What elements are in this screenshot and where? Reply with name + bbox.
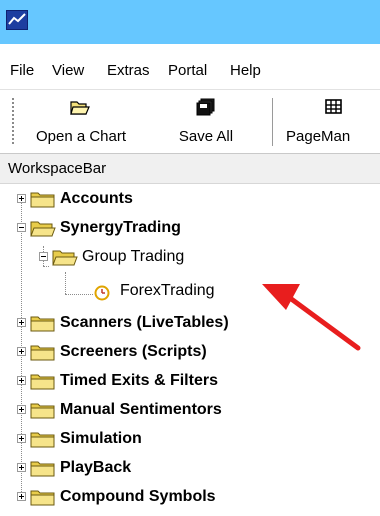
- save-all-button[interactable]: Save All: [152, 96, 260, 148]
- tree-item-group-trading[interactable]: Group Trading: [0, 244, 380, 272]
- workspace-tree: Accounts SynergyTrading Group Trading Fo…: [0, 184, 380, 516]
- expand-icon[interactable]: [17, 463, 26, 472]
- tree-item-label: Compound Symbols: [60, 488, 216, 505]
- tree-item-manual-sentimentors[interactable]: Manual Sentimentors: [0, 397, 380, 425]
- tree-item-compound-symbols[interactable]: Compound Symbols: [0, 484, 380, 512]
- title-bar: [0, 0, 380, 44]
- tree-item-label: PlayBack: [60, 459, 132, 476]
- page-manager-label: PageMan: [286, 128, 351, 145]
- tree-item-simulation[interactable]: Simulation: [0, 426, 380, 454]
- tree-item-label: Accounts: [60, 190, 133, 207]
- menu-file[interactable]: File: [10, 62, 34, 79]
- tree-item-synergytrading[interactable]: SynergyTrading: [0, 215, 380, 243]
- menu-extras[interactable]: Extras: [107, 62, 150, 79]
- folder-icon: [30, 461, 55, 477]
- folder-icon: [30, 345, 55, 361]
- expand-icon[interactable]: [17, 376, 26, 385]
- tree-item-label: Timed Exits & Filters: [60, 372, 218, 389]
- expand-icon[interactable]: [17, 492, 26, 501]
- tree-item-forextrading[interactable]: ForexTrading: [0, 280, 380, 308]
- open-folder-icon: [70, 101, 90, 115]
- toolbar-grip[interactable]: [12, 98, 14, 144]
- save-all-label: Save All: [178, 128, 234, 145]
- expand-icon[interactable]: [17, 194, 26, 203]
- menu-portal[interactable]: Portal: [168, 62, 207, 79]
- workspace-bar-header: WorkspaceBar: [0, 154, 380, 184]
- expand-icon[interactable]: [17, 347, 26, 356]
- clock-icon: [94, 285, 110, 301]
- page-manager-button[interactable]: PageMan: [282, 96, 380, 148]
- folder-icon: [30, 316, 55, 332]
- open-chart-label: Open a Chart: [35, 128, 127, 145]
- open-chart-button[interactable]: Open a Chart: [22, 96, 140, 148]
- tree-item-label: Scanners (LiveTables): [60, 314, 229, 331]
- tree-item-screeners[interactable]: Screeners (Scripts): [0, 339, 380, 367]
- tree-item-label: Group Trading: [82, 248, 185, 265]
- folder-icon: [30, 374, 55, 390]
- folder-icon: [30, 432, 55, 448]
- expand-icon[interactable]: [17, 405, 26, 414]
- tree-item-timed-exits[interactable]: Timed Exits & Filters: [0, 368, 380, 396]
- tree-item-label: ForexTrading: [120, 282, 215, 299]
- open-folder-icon: [52, 250, 78, 266]
- expand-icon[interactable]: [17, 318, 26, 327]
- folder-icon: [30, 403, 55, 419]
- workspace-bar-title: WorkspaceBar: [8, 160, 107, 177]
- tree-item-playback[interactable]: PlayBack: [0, 455, 380, 483]
- tree-item-label: Simulation: [60, 430, 142, 447]
- toolbar: Open a Chart Save All PageMan: [0, 90, 380, 154]
- tree-item-label: Screeners (Scripts): [60, 343, 207, 360]
- app-icon[interactable]: [6, 10, 28, 30]
- collapse-icon[interactable]: [17, 223, 26, 232]
- tree-item-label: SynergyTrading: [60, 219, 181, 236]
- toolbar-separator: [272, 98, 273, 146]
- collapse-icon[interactable]: [39, 252, 48, 261]
- menu-view[interactable]: View: [52, 62, 84, 79]
- grid-icon: [325, 99, 342, 114]
- menu-bar: File View Extras Portal Help: [0, 44, 380, 90]
- tree-item-scanners[interactable]: Scanners (LiveTables): [0, 310, 380, 338]
- folder-icon: [30, 192, 55, 208]
- save-all-icon: [196, 98, 215, 116]
- expand-icon[interactable]: [17, 434, 26, 443]
- tree-item-accounts[interactable]: Accounts: [0, 186, 380, 214]
- menu-help[interactable]: Help: [230, 62, 261, 79]
- folder-icon: [30, 490, 55, 506]
- tree-item-label: Manual Sentimentors: [60, 401, 222, 418]
- open-folder-icon: [30, 221, 56, 237]
